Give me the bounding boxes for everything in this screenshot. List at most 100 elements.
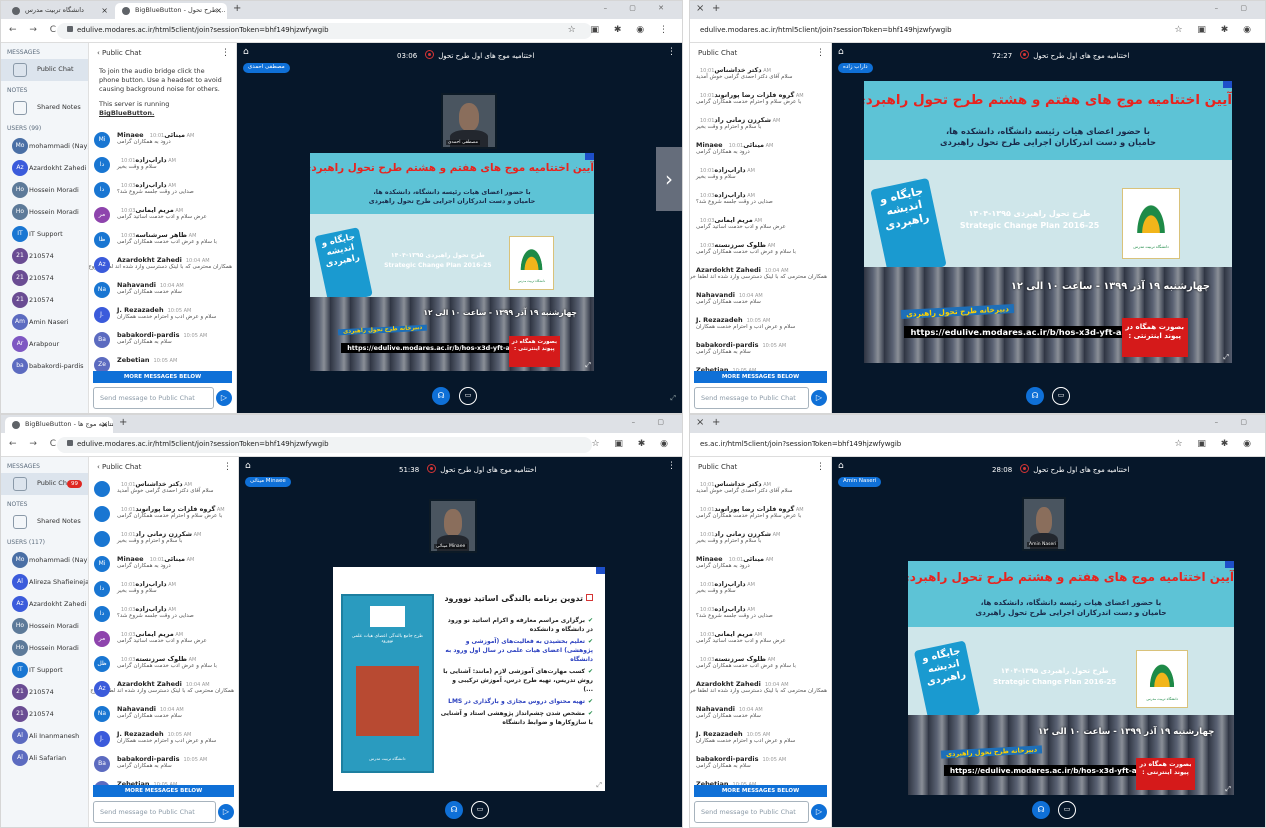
event-url[interactable]: https://edulive.modares.ac.ir/b/hos-x3d-… — [341, 342, 525, 353]
send-icon[interactable]: ▷ — [216, 390, 232, 406]
window-controls[interactable]: – ▢ — [1215, 4, 1257, 12]
user-list-item[interactable]: Ho Hossein Moradi — [1, 615, 88, 637]
audio-headset-icon[interactable]: ☊ — [445, 801, 463, 819]
extension-icons[interactable]: ☆ ▣ ✱ ◉ — [591, 439, 674, 449]
extension-icons[interactable]: ☆ ▣ ✱ ◉ — [1174, 25, 1257, 35]
chat-options-icon[interactable]: ⋮ — [221, 48, 230, 58]
browser-tab-active[interactable]: BigBlueButton - اختتامیه موج ها ...× — [5, 417, 113, 433]
slide-fullscreen-icon[interactable]: ⤢ — [585, 361, 591, 370]
webcam-video[interactable]: Amin Naseri — [1022, 497, 1066, 551]
user-list-toggle-icon[interactable]: ⌂ — [245, 461, 251, 471]
audio-headset-icon[interactable]: ☊ — [432, 387, 450, 405]
new-tab-icon[interactable]: + — [119, 417, 127, 428]
more-messages-bar[interactable]: MORE MESSAGES BELOW — [93, 785, 234, 797]
nav-buttons[interactable]: ← → C — [9, 439, 61, 449]
user-list-item[interactable]: Ho Hossein Moradi — [1, 179, 88, 201]
window-controls[interactable]: – ▢ ✕ — [604, 4, 674, 12]
user-list-item[interactable]: Az Azardokht Zahedi — [1, 157, 88, 179]
record-icon[interactable] — [425, 50, 435, 59]
fullscreen-icon[interactable]: ⤢ — [670, 394, 676, 403]
window-controls[interactable]: – ▢ — [1215, 418, 1257, 426]
webcam-video[interactable]: مصطفی احمدی — [441, 93, 497, 149]
options-icon[interactable]: ⋮ — [667, 47, 676, 57]
user-list-item[interactable]: Ar Arabpour — [1, 333, 88, 355]
user-list-item[interactable]: 21 210574 — [1, 681, 88, 703]
user-list-item[interactable]: Az Azardokht Zahedi — [1, 593, 88, 615]
browser-tab-active[interactable]: BigBlueButton - اختتامیه موج های ... طرح… — [115, 3, 227, 19]
slide-minimize-icon[interactable] — [585, 153, 594, 160]
chat-input[interactable]: Send message to Public Chat — [694, 801, 809, 823]
screen-share-icon[interactable]: ▭ — [1058, 801, 1076, 819]
screen-share-icon[interactable]: ▭ — [459, 387, 477, 405]
user-list-item[interactable]: Ho Hossein Moradi — [1, 637, 88, 659]
send-icon[interactable]: ▷ — [811, 804, 827, 820]
user-list-item[interactable]: 21 210574 — [1, 289, 88, 311]
user-list-toggle-icon[interactable]: ⌂ — [838, 47, 844, 57]
chat-input[interactable]: Send message to Public Chat — [694, 387, 809, 409]
screen-share-icon[interactable]: ▭ — [1052, 387, 1070, 405]
chat-input[interactable]: Send message to Public Chat — [93, 387, 214, 409]
new-tab-icon[interactable]: + — [712, 417, 720, 428]
url-field[interactable]: edulive.modares.ac.ir/html5client/join?s… — [690, 23, 1185, 39]
new-tab-icon[interactable]: + — [233, 3, 241, 14]
event-url[interactable]: https://edulive.modares.ac.ir/b/hos-x3d-… — [904, 326, 1139, 339]
user-list-item[interactable]: Al Ali Safarian — [1, 747, 88, 769]
next-slide-arrow[interactable]: › — [656, 147, 682, 211]
public-chat-item[interactable]: Public Chat 99 — [1, 473, 88, 495]
user-list-item[interactable]: Al Alireza Shafieinejad — [1, 571, 88, 593]
bbb-link[interactable]: BigBlueButton. — [99, 109, 154, 117]
close-tab-icon[interactable]: × — [696, 417, 704, 428]
close-tab-icon[interactable]: × — [215, 6, 222, 15]
close-tab-icon[interactable]: × — [101, 420, 108, 429]
shared-notes-item[interactable]: Shared Notes — [1, 511, 88, 533]
send-icon[interactable]: ▷ — [218, 804, 234, 820]
audio-headset-icon[interactable]: ☊ — [1026, 387, 1044, 405]
event-url[interactable]: https://edulive.modares.ac.ir/b/hos-x3d-… — [943, 764, 1153, 776]
more-messages-bar[interactable]: MORE MESSAGES BELOW — [694, 785, 827, 797]
nav-buttons[interactable]: ← → C — [9, 25, 61, 35]
user-list-item[interactable]: Mo mohammadi (Nay) — [1, 135, 88, 157]
chat-options-icon[interactable]: ⋮ — [816, 462, 825, 472]
user-list-item[interactable]: Al Ali Inanmanesh — [1, 725, 88, 747]
public-chat-item[interactable]: Public Chat — [1, 59, 88, 81]
chat-options-icon[interactable]: ⋮ — [223, 462, 232, 472]
close-tab-icon[interactable]: × — [101, 6, 108, 15]
user-list-toggle-icon[interactable]: ⌂ — [838, 461, 844, 471]
user-list-item[interactable]: 21 210574 — [1, 245, 88, 267]
window-controls[interactable]: – ▢ — [632, 418, 674, 426]
browser-tab[interactable]: دانشگاه تربیت مدرس × — [5, 3, 113, 19]
shared-notes-item[interactable]: Shared Notes — [1, 97, 88, 119]
chat-input[interactable]: Send message to Public Chat — [93, 801, 216, 823]
user-list-item[interactable]: Am Amin Naseri — [1, 311, 88, 333]
user-list-item[interactable]: IT IT Support — [1, 223, 88, 245]
slide-minimize-icon[interactable] — [596, 567, 605, 574]
url-field[interactable]: edulive.modares.ac.ir/html5client/join?s… — [57, 437, 592, 453]
record-icon[interactable] — [1020, 464, 1030, 473]
slide-minimize-icon[interactable] — [1225, 561, 1234, 568]
slide-fullscreen-icon[interactable]: ⤢ — [596, 781, 602, 790]
screen-share-icon[interactable]: ▭ — [471, 801, 489, 819]
user-list-toggle-icon[interactable]: ⌂ — [243, 47, 249, 57]
chat-options-icon[interactable]: ⋮ — [816, 48, 825, 58]
url-field[interactable]: es.ac.ir/html5client/join?sessionToken=b… — [690, 437, 1185, 453]
user-list-item[interactable]: IT IT Support — [1, 659, 88, 681]
user-list-item[interactable]: ba babakordi-pardis — [1, 355, 88, 377]
options-icon[interactable]: ⋮ — [667, 461, 676, 471]
record-icon[interactable] — [427, 464, 437, 473]
slide-fullscreen-icon[interactable]: ⤢ — [1225, 785, 1231, 794]
close-tab-icon[interactable]: × — [696, 3, 704, 14]
new-tab-icon[interactable]: + — [712, 3, 720, 14]
webcam-video[interactable]: مینائی Minaee — [429, 499, 477, 553]
record-icon[interactable] — [1020, 50, 1030, 59]
audio-headset-icon[interactable]: ☊ — [1032, 801, 1050, 819]
user-list-item[interactable]: 21 210574 — [1, 267, 88, 289]
extension-icons[interactable]: ☆ ▣ ✱ ◉ — [1174, 439, 1257, 449]
more-messages-bar[interactable]: MORE MESSAGES BELOW — [93, 371, 232, 383]
send-icon[interactable]: ▷ — [811, 390, 827, 406]
extension-icons[interactable]: ☆ ▣ ✱ ◉ ⋮ — [568, 25, 674, 35]
user-list-item[interactable]: Mo mohammadi (Nay) — [1, 549, 88, 571]
slide-fullscreen-icon[interactable]: ⤢ — [1223, 353, 1229, 362]
user-list-item[interactable]: Ho Hossein Moradi — [1, 201, 88, 223]
url-field[interactable]: edulive.modares.ac.ir/html5client/join?s… — [57, 23, 592, 39]
user-list-item[interactable]: 21 210574 — [1, 703, 88, 725]
